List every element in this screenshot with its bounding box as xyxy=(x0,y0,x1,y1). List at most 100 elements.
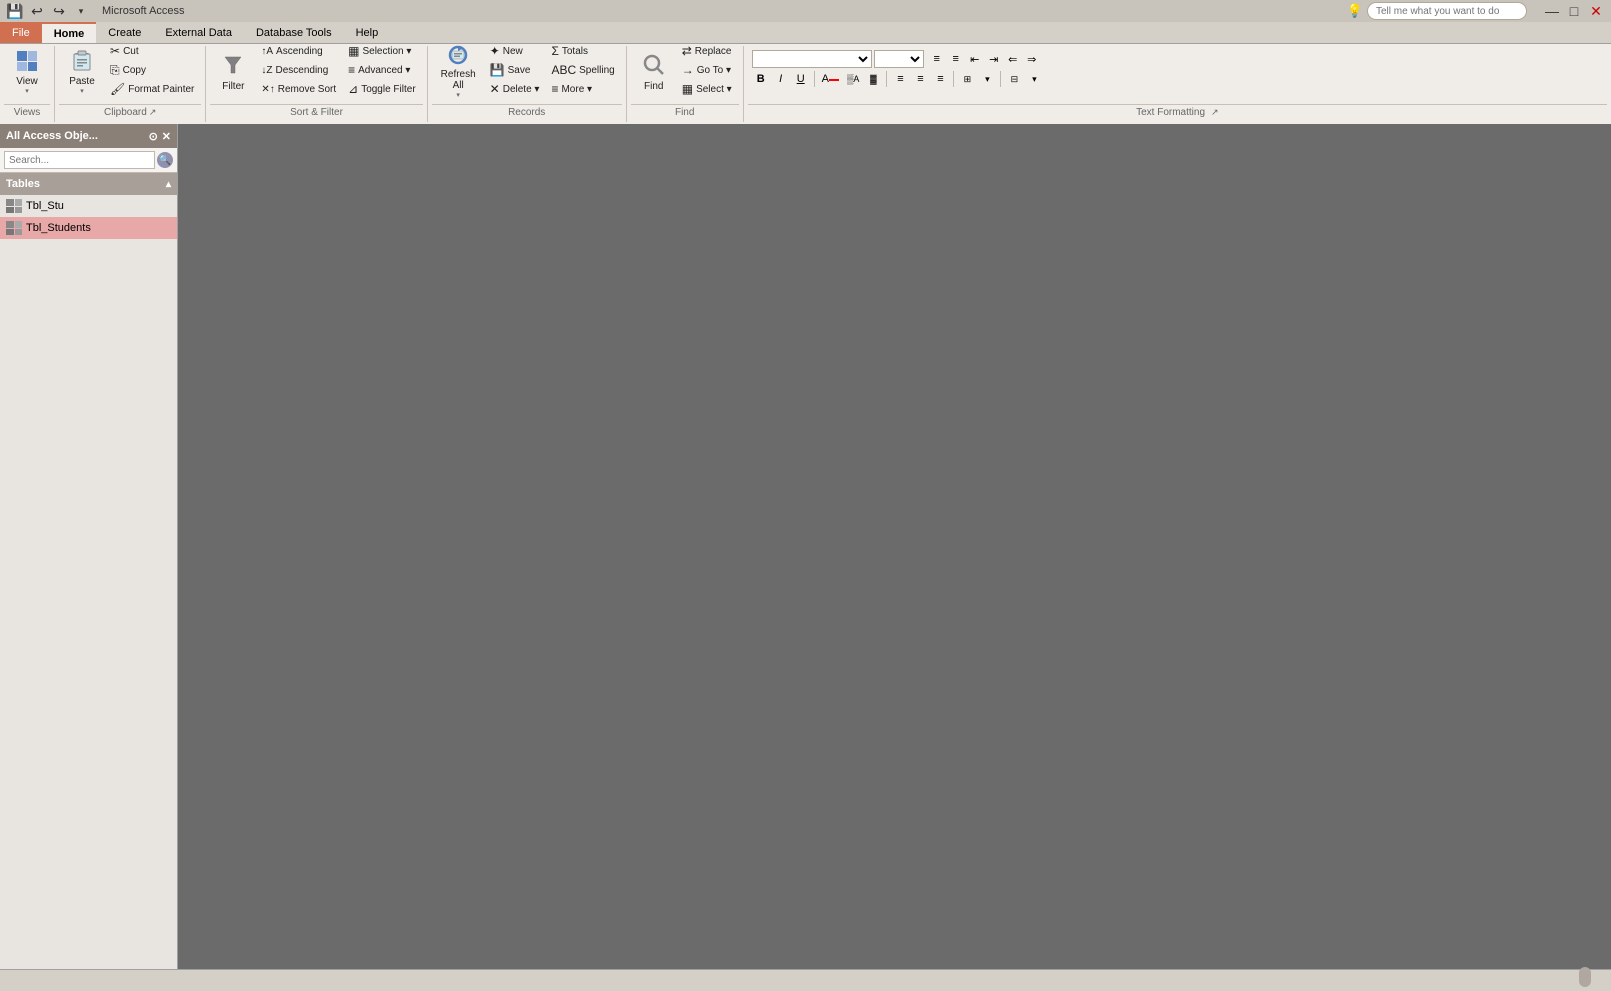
totals-icon: Σ xyxy=(551,44,558,58)
bold-button[interactable]: B xyxy=(752,70,770,88)
selection-label: Selection ▾ xyxy=(362,46,411,57)
refresh-all-button[interactable]: RefreshAll ▾ xyxy=(434,42,483,100)
find-button[interactable]: Find xyxy=(633,42,675,100)
advanced-label: Advanced ▾ xyxy=(358,65,410,76)
new-record-button[interactable]: ✦ New xyxy=(485,42,528,60)
copy-button[interactable]: ⎘ Copy xyxy=(105,61,151,79)
indent-increase-btn[interactable]: ⇥ xyxy=(985,50,1003,68)
tables-section-collapse-icon[interactable]: ▴ xyxy=(166,179,171,190)
font-name-select[interactable] xyxy=(752,50,872,68)
toggle-filter-button[interactable]: ⊿ Toggle Filter xyxy=(343,80,421,98)
lightbulb-icon: 💡 xyxy=(1347,3,1363,19)
format-painter-label: Format Painter xyxy=(128,84,194,95)
undo-quick-btn[interactable]: ↩ xyxy=(28,2,46,20)
align-left-btn[interactable]: ≡ xyxy=(891,70,909,88)
ribbon-group-views: View ▾ Views xyxy=(0,46,55,122)
row-height-btn[interactable]: ⊟ xyxy=(1005,70,1023,88)
find-small-btns: ⇄ Replace → Go To ▾ ▦ Select ▾ xyxy=(677,42,737,98)
datasheet-dropdown-btn[interactable]: ▾ xyxy=(978,70,996,88)
bullet-list-btn[interactable]: ≡ xyxy=(928,50,946,68)
nav-search-input[interactable] xyxy=(4,151,155,169)
vertical-scrollbar-thumb[interactable] xyxy=(1579,967,1591,987)
nav-pane-configure-icon[interactable]: ⊙ xyxy=(149,130,158,143)
spelling-label: Spelling xyxy=(579,65,615,76)
indent-decrease-btn[interactable]: ⇤ xyxy=(966,50,984,68)
datasheet-view-btn[interactable]: ⊞ xyxy=(958,70,976,88)
select-label: Select ▾ xyxy=(696,84,732,95)
remove-sort-button[interactable]: ✕↑ Remove Sort xyxy=(256,80,341,98)
totals-label: Totals xyxy=(562,46,588,57)
descending-button[interactable]: ↓Z Descending xyxy=(256,61,333,79)
filter-icon xyxy=(219,51,247,79)
font-size-select[interactable] xyxy=(874,50,924,68)
align-center-btn[interactable]: ≡ xyxy=(911,70,929,88)
minimize-btn[interactable]: — xyxy=(1543,2,1561,20)
close-btn[interactable]: ✕ xyxy=(1587,2,1605,20)
select-icon: ▦ xyxy=(682,82,693,96)
app-title: Microsoft Access xyxy=(102,5,185,17)
customize-quick-btn[interactable]: ▾ xyxy=(72,2,90,20)
tell-me-input[interactable] xyxy=(1367,2,1527,20)
format-painter-icon: 🖌 xyxy=(110,82,125,96)
totals-button[interactable]: Σ Totals xyxy=(546,42,593,60)
table-icon-tbl-stu xyxy=(6,199,22,213)
replace-button[interactable]: ⇄ Replace xyxy=(677,42,737,60)
delete-record-button[interactable]: ✕ Delete ▾ xyxy=(485,80,545,98)
maximize-btn[interactable]: □ xyxy=(1565,2,1583,20)
ltr-btn[interactable]: ⇒ xyxy=(1023,50,1041,68)
clipboard-expand-icon[interactable]: ↗ xyxy=(149,107,157,118)
filter-button[interactable]: Filter xyxy=(212,42,254,100)
view-button[interactable]: View ▾ xyxy=(6,42,48,100)
ribbon-group-clipboard: Paste ▾ ✂ Cut ⎘ Copy 🖌 Format Painter xyxy=(55,46,206,122)
nav-item-tbl-stu[interactable]: Tbl_Stu xyxy=(0,195,177,217)
more-label: More ▾ xyxy=(561,84,592,95)
clipboard-small-btns: ✂ Cut ⎘ Copy 🖌 Format Painter xyxy=(105,42,199,98)
more-records-button[interactable]: ≡ More ▾ xyxy=(546,80,597,98)
format-painter-button[interactable]: 🖌 Format Painter xyxy=(105,80,199,98)
selection-button[interactable]: ▦ Selection ▾ xyxy=(343,42,416,60)
new-label: New xyxy=(503,46,523,57)
navigation-pane: All Access Obje... ⊙ ✕ 🔍 Tables ▴ Tbl_St xyxy=(0,124,178,969)
replace-label: Replace xyxy=(695,46,732,57)
clipboard-group-label: Clipboard ↗ xyxy=(59,104,201,120)
nav-pane-close-icon[interactable]: ✕ xyxy=(162,130,171,143)
paste-button[interactable]: Paste ▾ xyxy=(61,42,103,100)
ascending-button[interactable]: ↑A Ascending xyxy=(256,42,327,60)
find-label: Find xyxy=(644,81,663,92)
font-color-btn[interactable]: A xyxy=(819,70,842,88)
numbered-list-btn[interactable]: ≡ xyxy=(947,50,965,68)
highlight-color-btn[interactable]: ▒A xyxy=(844,70,862,88)
underline-button[interactable]: U xyxy=(792,70,810,88)
spelling-button[interactable]: ABC Spelling xyxy=(546,61,619,79)
save-quick-btn[interactable]: 💾 xyxy=(6,2,24,20)
rtl-btn[interactable]: ⇐ xyxy=(1004,50,1022,68)
select-button[interactable]: ▦ Select ▾ xyxy=(677,80,737,98)
cut-button[interactable]: ✂ Cut xyxy=(105,42,144,60)
nav-item-tbl-students[interactable]: Tbl_Students xyxy=(0,217,177,239)
goto-label: Go To ▾ xyxy=(697,65,731,76)
italic-button[interactable]: I xyxy=(772,70,790,88)
quick-access-toolbar: 💾 ↩ ↪ ▾ Microsoft Access 💡 — □ ✕ xyxy=(0,0,1611,22)
ribbon-group-records: RefreshAll ▾ ✦ New 💾 Save ✕ Delete ▾ xyxy=(428,46,627,122)
nav-search-area: 🔍 xyxy=(0,148,177,173)
nav-search-icon[interactable]: 🔍 xyxy=(157,152,173,168)
advanced-button[interactable]: ≡ Advanced ▾ xyxy=(343,61,415,79)
nav-pane-header: All Access Obje... ⊙ ✕ xyxy=(0,124,177,148)
status-bar xyxy=(0,969,1611,991)
tell-me-area: 💡 xyxy=(1347,2,1527,20)
copy-icon: ⎘ xyxy=(110,63,120,78)
text-fmt-expand-icon[interactable]: ↗ xyxy=(1211,107,1219,118)
ascending-label: Ascending xyxy=(276,46,323,57)
align-right-btn[interactable]: ≡ xyxy=(931,70,949,88)
background-color-btn[interactable]: ▓ xyxy=(864,70,882,88)
delete-record-icon: ✕ xyxy=(490,82,500,96)
app-body: All Access Obje... ⊙ ✕ 🔍 Tables ▴ Tbl_St xyxy=(0,124,1611,969)
advanced-icon: ≡ xyxy=(348,63,355,77)
tables-section-label: Tables xyxy=(6,178,40,190)
redo-quick-btn[interactable]: ↪ xyxy=(50,2,68,20)
row-height-dropdown-btn[interactable]: ▾ xyxy=(1025,70,1043,88)
goto-button[interactable]: → Go To ▾ xyxy=(677,61,736,79)
find-group-label: Find xyxy=(631,104,739,120)
save-record-button[interactable]: 💾 Save xyxy=(485,61,536,79)
sort-filter-group-label: Sort & Filter xyxy=(210,104,422,120)
